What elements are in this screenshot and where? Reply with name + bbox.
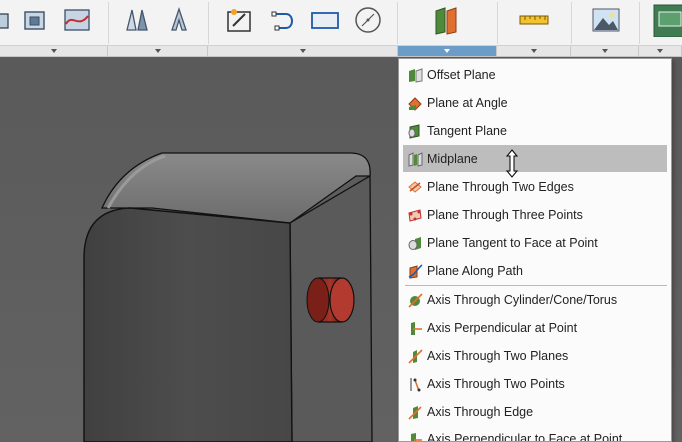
menu-item-axis-two-points[interactable]: Axis Through Two Points: [403, 372, 667, 396]
menu-item-plane-along-path[interactable]: Plane Along Path: [403, 259, 667, 283]
menu-item-label: Plane Tangent to Face at Point: [427, 236, 598, 250]
menu-item-axis-cylinder[interactable]: Axis Through Cylinder/Cone/Torus: [403, 288, 667, 312]
shell-icon[interactable]: [19, 4, 51, 36]
work-plane-icon[interactable]: [430, 4, 462, 36]
work-features-menu: Offset Plane Plane at Angle Tangent Plan…: [398, 58, 672, 442]
dropdown-arrow-insert[interactable]: [571, 46, 639, 56]
menu-item-label: Axis Perpendicular at Point: [427, 321, 578, 335]
menu-item-plane-tangent-face[interactable]: Plane Tangent to Face at Point: [403, 231, 667, 255]
plane-three-points-icon: [405, 205, 425, 225]
menu-item-label: Plane Along Path: [427, 264, 523, 278]
plane-tangent-face-icon: [405, 233, 425, 253]
box-icon[interactable]: [0, 4, 18, 36]
menu-item-label: Midplane: [427, 151, 478, 166]
offset-plane-icon: [405, 65, 425, 85]
surface-icon[interactable]: [61, 4, 93, 36]
menu-item-label: Axis Through Edge: [427, 405, 534, 419]
menu-item-plane-at-angle[interactable]: Plane at Angle: [403, 91, 667, 115]
menu-separator: [405, 285, 667, 286]
menu-item-tangent-plane[interactable]: Tangent Plane: [403, 119, 667, 143]
menu-item-axis-perpendicular[interactable]: Axis Perpendicular at Point: [403, 316, 667, 340]
menu-item-label: Axis Through Two Points: [427, 377, 565, 391]
axis-perpendicular-icon: [405, 318, 425, 338]
image-icon[interactable]: [590, 4, 622, 36]
menu-item-label: Tangent Plane: [427, 124, 507, 138]
mirror-icon[interactable]: [121, 4, 153, 36]
menu-item-plane-three-points[interactable]: Plane Through Three Points: [403, 203, 667, 227]
menu-item-axis-edge[interactable]: Axis Through Edge: [403, 400, 667, 424]
select-icon[interactable]: [652, 4, 682, 37]
cursor-icon: [505, 149, 519, 178]
menu-item-label: Axis Through Two Planes: [427, 349, 569, 363]
menu-item-label: Axis Perpendicular to Face at Point: [427, 432, 623, 442]
menu-item-plane-two-edges[interactable]: Plane Through Two Edges: [403, 175, 667, 199]
toolbar: [0, 0, 682, 46]
menu-item-label: Plane Through Two Edges: [427, 180, 574, 194]
sketch-icon[interactable]: [223, 4, 255, 36]
axis-perpendicular-face-icon: [405, 429, 425, 441]
dropdown-arrow-construct[interactable]: [398, 46, 497, 56]
dropdown-arrow-inspect[interactable]: [497, 46, 571, 56]
menu-item-label: Axis Through Cylinder/Cone/Torus: [427, 293, 618, 307]
axis-cylinder-icon: [405, 290, 425, 310]
spline-icon[interactable]: [268, 4, 300, 36]
menu-item-label: Plane at Angle: [427, 96, 508, 110]
plane-along-path-icon: [405, 261, 425, 281]
menu-item-offset-plane[interactable]: Offset Plane: [403, 63, 667, 87]
tangent-plane-icon: [405, 121, 425, 141]
dropdown-arrow-create[interactable]: [0, 46, 108, 56]
toolbar-dropdown-row: [0, 46, 682, 57]
circle-icon[interactable]: [352, 4, 384, 36]
axis-two-planes-icon: [405, 346, 425, 366]
menu-item-label: Plane Through Three Points: [427, 208, 583, 222]
menu-item-label: Offset Plane: [427, 68, 496, 82]
measure-icon[interactable]: [518, 4, 550, 36]
dropdown-arrow-sketch[interactable]: [208, 46, 398, 56]
plane-at-angle-icon: [405, 93, 425, 113]
menu-item-axis-two-planes[interactable]: Axis Through Two Planes: [403, 344, 667, 368]
midplane-icon: [405, 149, 425, 169]
dropdown-arrow-select[interactable]: [639, 46, 682, 56]
pattern-icon[interactable]: [164, 4, 196, 36]
menu-item-midplane[interactable]: Midplane: [403, 145, 667, 172]
dropdown-arrow-pattern[interactable]: [108, 46, 208, 56]
axis-edge-icon: [405, 402, 425, 422]
plane-two-edges-icon: [405, 177, 425, 197]
axis-two-points-icon: [405, 374, 425, 394]
menu-item-axis-perpendicular-face[interactable]: Axis Perpendicular to Face at Point: [403, 427, 667, 442]
rectangle-icon[interactable]: [309, 4, 341, 36]
